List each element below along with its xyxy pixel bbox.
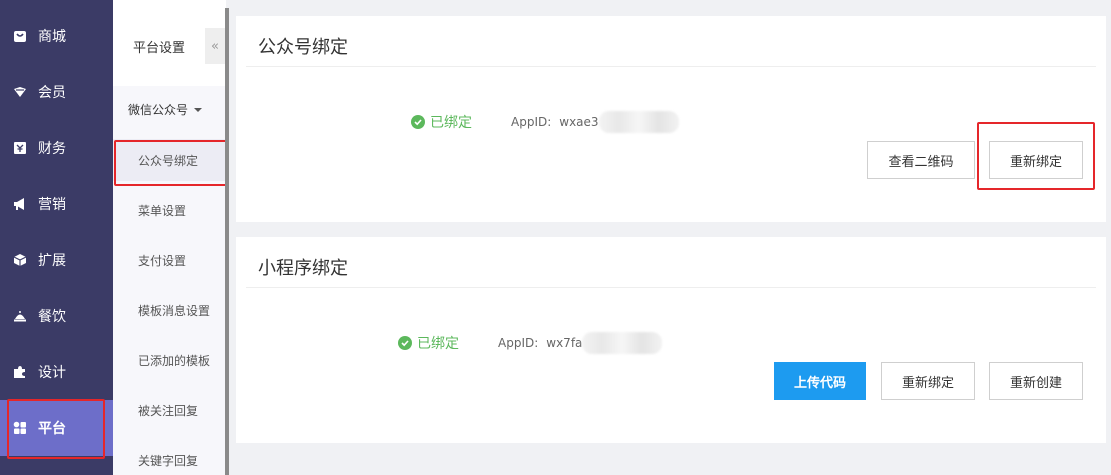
subnav-title: 平台设置 <box>133 41 186 56</box>
caret-down-icon <box>194 107 203 112</box>
mini-program-card: 小程序绑定 已绑定 AppID: wx7fa 上传代码 重新绑定 重新创建 <box>236 237 1106 443</box>
subnav-item-payment-settings[interactable]: 支付设置 <box>113 239 226 281</box>
nav-item-label: 设计 <box>38 365 66 381</box>
megaphone-icon <box>12 196 28 212</box>
scroll-divider <box>225 8 229 475</box>
subnav-item-account-binding[interactable]: 公众号绑定 <box>113 139 229 186</box>
nav-item-extension[interactable]: 扩展 <box>0 232 113 288</box>
subnav-item-label: 公众号绑定 <box>138 153 199 168</box>
nav-item-member[interactable]: 会员 <box>0 64 113 120</box>
subnav-item-follow-reply[interactable]: 被关注回复 <box>113 389 226 431</box>
appid-value: wx7fa <box>546 336 583 350</box>
store-icon <box>12 28 28 44</box>
nav-item-finance[interactable]: 财务 <box>0 120 113 176</box>
subnav-item-label: 已添加的模板 <box>138 353 211 368</box>
member-icon <box>12 84 28 100</box>
subnav-item-label: 菜单设置 <box>138 203 187 218</box>
rebind-button[interactable]: 重新绑定 <box>881 362 975 400</box>
nav-item-label: 财务 <box>38 141 66 157</box>
subnav-list: 微信公众号 公众号绑定 菜单设置 支付设置 模板消息设置 已添加的模板 被关注回… <box>113 86 229 475</box>
card-title: 公众号绑定 <box>258 37 348 58</box>
subnav-item-template-message-settings[interactable]: 模板消息设置 <box>113 289 226 331</box>
status-text: 已绑定 <box>430 115 472 131</box>
check-circle-icon <box>398 336 412 350</box>
card-title: 小程序绑定 <box>258 258 348 279</box>
appid-readout: AppID: wxae3 <box>511 111 679 133</box>
box-icon <box>12 252 28 268</box>
appid-value: wxae3 <box>559 115 599 129</box>
grid-icon <box>12 420 28 436</box>
nav-item-design[interactable]: 设计 <box>0 344 113 400</box>
view-qrcode-button[interactable]: 查看二维码 <box>867 141 975 179</box>
subnav-item-label: 支付设置 <box>138 253 187 268</box>
divider <box>246 66 1096 67</box>
redacted-appid <box>582 332 663 354</box>
nav-item-store[interactable]: 商城 <box>0 8 113 64</box>
subnav-item-label: 被关注回复 <box>138 403 199 418</box>
redacted-appid <box>598 111 679 133</box>
nav-item-label: 会员 <box>38 85 66 101</box>
upload-code-button[interactable]: 上传代码 <box>774 362 866 400</box>
subnav-item-menu-settings[interactable]: 菜单设置 <box>113 189 226 231</box>
appid-label: AppID: <box>498 336 539 350</box>
primary-sidebar: 商城 会员 财务 营销 扩展 餐饮 设计 平台 <box>0 0 113 475</box>
nav-item-label: 营销 <box>38 197 66 213</box>
recreate-button[interactable]: 重新创建 <box>989 362 1083 400</box>
appid-label: AppID: <box>511 115 552 129</box>
food-cover-icon <box>12 308 28 324</box>
subnav-group-label: 微信公众号 <box>128 103 189 117</box>
subnav-item-label: 关键字回复 <box>138 453 199 468</box>
nav-item-label: 平台 <box>38 421 66 437</box>
divider <box>246 287 1096 288</box>
subnav-item-added-templates[interactable]: 已添加的模板 <box>113 339 226 381</box>
finance-icon <box>12 140 28 156</box>
nav-item-catering[interactable]: 餐饮 <box>0 288 113 344</box>
status-badge: 已绑定 <box>398 333 459 353</box>
collapse-sidebar-button[interactable]: « <box>205 28 225 64</box>
status-badge: 已绑定 <box>411 112 472 132</box>
nav-item-marketing[interactable]: 营销 <box>0 176 113 232</box>
check-circle-icon <box>411 115 425 129</box>
official-account-card: 公众号绑定 已绑定 AppID: wxae3 查看二维码 重新绑定 <box>236 16 1106 222</box>
subnav-group-wechat[interactable]: 微信公众号 <box>128 101 203 118</box>
appid-readout: AppID: wx7fa <box>498 332 663 354</box>
nav-item-platform[interactable]: 平台 <box>0 399 113 459</box>
nav-item-label: 商城 <box>38 29 66 45</box>
nav-item-label: 餐饮 <box>38 309 66 325</box>
status-text: 已绑定 <box>417 336 459 352</box>
subnav-item-keyword-reply[interactable]: 关键字回复 <box>113 439 226 475</box>
subnav-item-label: 模板消息设置 <box>138 303 211 318</box>
nav-item-label: 扩展 <box>38 253 66 269</box>
highlight-rebind <box>977 122 1095 190</box>
puzzle-icon <box>12 364 28 380</box>
